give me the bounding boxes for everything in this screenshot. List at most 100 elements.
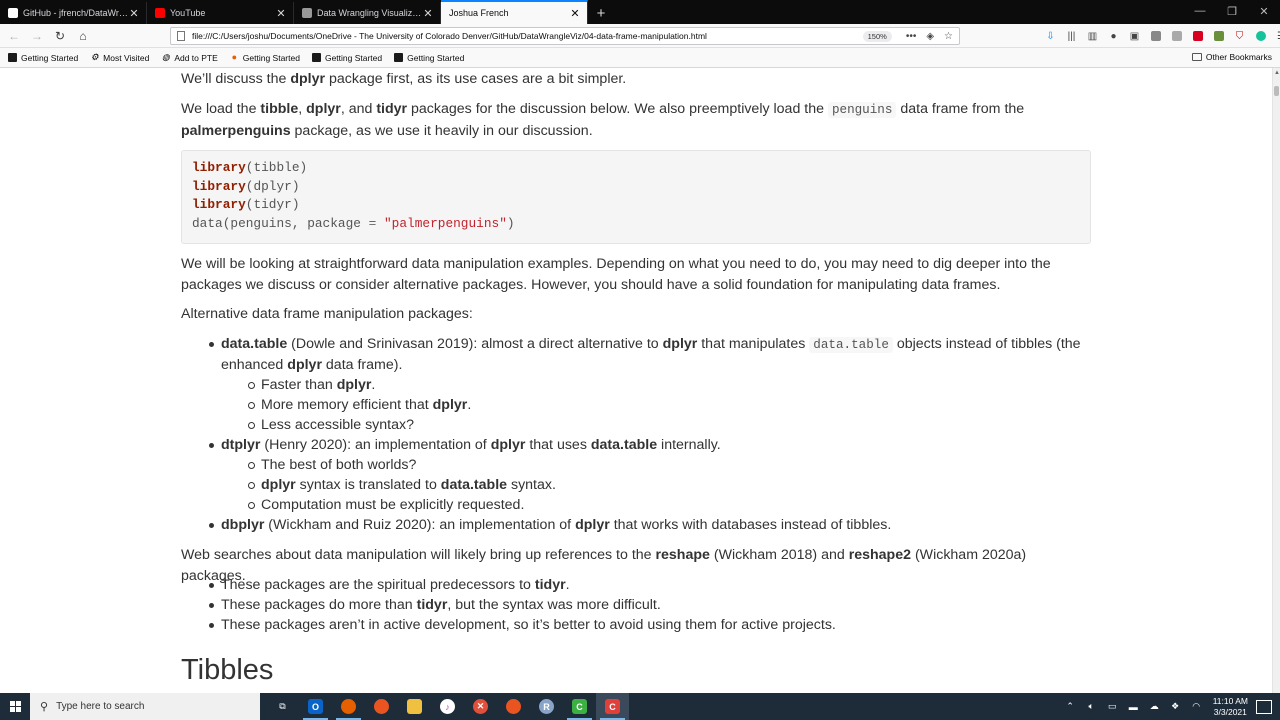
download-icon[interactable]: ⇩ (1040, 31, 1061, 42)
home-icon[interactable]: ⌂ (72, 25, 94, 47)
other-bookmarks[interactable]: Other Bookmarks (1191, 52, 1272, 62)
sidebar-icon[interactable]: ▥ (1082, 31, 1103, 42)
paragraph-alternatives: Alternative data frame manipulation pack… (181, 306, 473, 322)
bookmark-item[interactable]: ⚙ Most Visited (90, 52, 150, 63)
search-placeholder: Type here to search (56, 701, 145, 712)
extension-icon[interactable] (1166, 31, 1187, 41)
firefox-icon[interactable] (332, 693, 365, 720)
list-item: Less accessible syntax? (221, 415, 1091, 435)
tab-youtube[interactable]: YouTube ✕ (147, 2, 294, 24)
outlook-icon[interactable]: O (299, 693, 332, 720)
taskbar-search[interactable]: ⚲ Type here to search (30, 693, 260, 720)
tab-joshua-french[interactable]: Joshua French ✕ (441, 0, 588, 24)
new-tab-button[interactable]: + (588, 2, 614, 24)
wifi-icon[interactable]: ◠ (1186, 701, 1207, 712)
task-view-icon[interactable]: ⧉ (266, 693, 299, 720)
address-bar[interactable]: file:///C:/Users/joshu/Documents/OneDriv… (170, 27, 960, 45)
start-button[interactable] (0, 693, 30, 720)
app-icon[interactable]: ✕ (464, 693, 497, 720)
github-icon (8, 8, 18, 18)
code-block[interactable]: library(tibble) library(dplyr) library(t… (181, 150, 1091, 244)
book-icon (302, 8, 312, 18)
camtasia-icon[interactable]: C (563, 693, 596, 720)
list-item: More memory efficient that dplyr. (221, 395, 1091, 415)
scroll-up-icon[interactable]: ▲ (1274, 70, 1280, 76)
pocket-icon[interactable]: ◈ (926, 31, 934, 42)
volume-icon[interactable]: 🔈︎ (1081, 701, 1102, 712)
reload-icon[interactable]: ↻ (49, 25, 71, 47)
zoom-indicator[interactable]: 150% (862, 30, 892, 42)
screenshot-icon[interactable]: ▣ (1124, 31, 1145, 42)
close-icon[interactable]: ✕ (422, 7, 434, 20)
star-icon[interactable]: ☆ (944, 31, 953, 42)
list-item: Faster than dplyr. (221, 375, 1091, 395)
tab-label: Joshua French (449, 8, 509, 18)
list-item: data.table (Dowle and Srinivasan 2019): … (181, 334, 1091, 435)
windows-logo-icon (9, 701, 21, 712)
windows-taskbar: ⚲ Type here to search ⧉ O ♪ ✕ R C C ⌃ 🔈︎… (0, 693, 1280, 720)
extension-icon[interactable] (1250, 31, 1271, 41)
page-scrollbar[interactable]: ▲ (1272, 68, 1280, 693)
tab-label: GitHub - jfrench/DataWrangleViz (23, 8, 128, 18)
bookmark-item[interactable]: Getting Started (311, 53, 382, 63)
ubuntu-icon[interactable] (497, 693, 530, 720)
notification-icon[interactable] (1256, 699, 1272, 714)
account-icon[interactable]: ● (1103, 31, 1124, 42)
bookmark-item[interactable]: Getting Started (394, 53, 464, 63)
chevron-up-icon[interactable]: ⌃ (1060, 701, 1081, 712)
sublist: Faster than dplyr. More memory efficient… (221, 375, 1091, 435)
list-item: These packages do more than tidyr, but t… (181, 595, 1091, 615)
clock[interactable]: 11:10 AM 3/3/2021 (1213, 696, 1248, 718)
library-icon[interactable]: ||| (1061, 31, 1082, 42)
back-icon[interactable]: ← (3, 25, 25, 47)
extension-icon[interactable] (1145, 31, 1166, 41)
scrollbar-thumb[interactable] (1274, 86, 1279, 96)
close-icon[interactable]: ✕ (275, 7, 287, 20)
bookmark-item[interactable]: ● Getting Started (230, 53, 300, 63)
shield-icon[interactable]: ⛉ (1229, 31, 1250, 42)
file-explorer-icon[interactable] (398, 693, 431, 720)
close-icon[interactable]: ✕ (569, 7, 581, 20)
page-content: We’ll discuss the dplyr package first, a… (0, 68, 1272, 693)
menu-icon[interactable]: ☰ (1271, 31, 1280, 42)
url-text[interactable]: file:///C:/Users/joshu/Documents/OneDriv… (192, 31, 863, 41)
alternatives-list: data.table (Dowle and Srinivasan 2019): … (181, 334, 1091, 535)
bookmark-item[interactable]: Getting Started (8, 53, 78, 63)
reshape-list: These packages are the spiritual predece… (181, 575, 1091, 635)
tab-data-wrangling[interactable]: Data Wrangling Visualization & ... ✕ (294, 2, 441, 24)
bookmark-item[interactable]: ◍ Add to PTE (161, 53, 218, 63)
list-item: The best of both worlds? (221, 455, 1091, 475)
close-icon[interactable]: ✕ (128, 7, 140, 20)
list-item: dtplyr (Henry 2020): an implementation o… (181, 435, 1091, 515)
window-close-icon[interactable]: ✕ (1248, 0, 1280, 22)
list-item: Computation must be explicitly requested… (221, 495, 1091, 515)
page-actions-icon[interactable]: ••• (906, 31, 917, 42)
camtasia-recorder-icon[interactable]: C (596, 693, 629, 720)
extension-icon[interactable] (1208, 31, 1229, 41)
network-icon[interactable]: ▭ (1102, 701, 1123, 712)
battery-icon[interactable]: ▬ (1123, 702, 1144, 712)
bookmark-dark-icon (8, 53, 17, 62)
r-icon[interactable]: R (530, 693, 563, 720)
list-item: These packages are the spiritual predece… (181, 575, 1091, 595)
onedrive-icon[interactable]: ☁ (1144, 701, 1165, 712)
folder-icon (1191, 53, 1202, 61)
ubuntu-icon[interactable] (365, 693, 398, 720)
list-item: dplyr syntax is translated to data.table… (221, 475, 1091, 495)
paragraph-intro: We’ll discuss the dplyr package first, a… (181, 71, 627, 87)
bookmark-dark-icon (311, 53, 321, 62)
tab-github[interactable]: GitHub - jfrench/DataWrangleViz ✕ (0, 2, 147, 24)
extension-icon[interactable] (1187, 31, 1208, 41)
search-icon: ⚲ (40, 701, 49, 713)
toolbar-icons: ⇩ ||| ▥ ● ▣ ⛉ ☰ (1040, 24, 1280, 48)
minimize-icon[interactable]: — (1184, 0, 1216, 22)
list-item: These packages aren’t in active developm… (181, 615, 1091, 635)
maximize-icon[interactable]: ❐ (1216, 0, 1248, 22)
inline-code: penguins (827, 102, 897, 118)
itunes-icon[interactable]: ♪ (431, 693, 464, 720)
dropbox-icon[interactable]: ❖ (1165, 701, 1186, 712)
tab-strip: GitHub - jfrench/DataWrangleViz ✕ YouTub… (0, 0, 1280, 24)
bookmark-dark-icon (394, 53, 404, 62)
forward-icon[interactable]: → (26, 25, 48, 47)
gear-icon: ⚙ (90, 52, 99, 62)
